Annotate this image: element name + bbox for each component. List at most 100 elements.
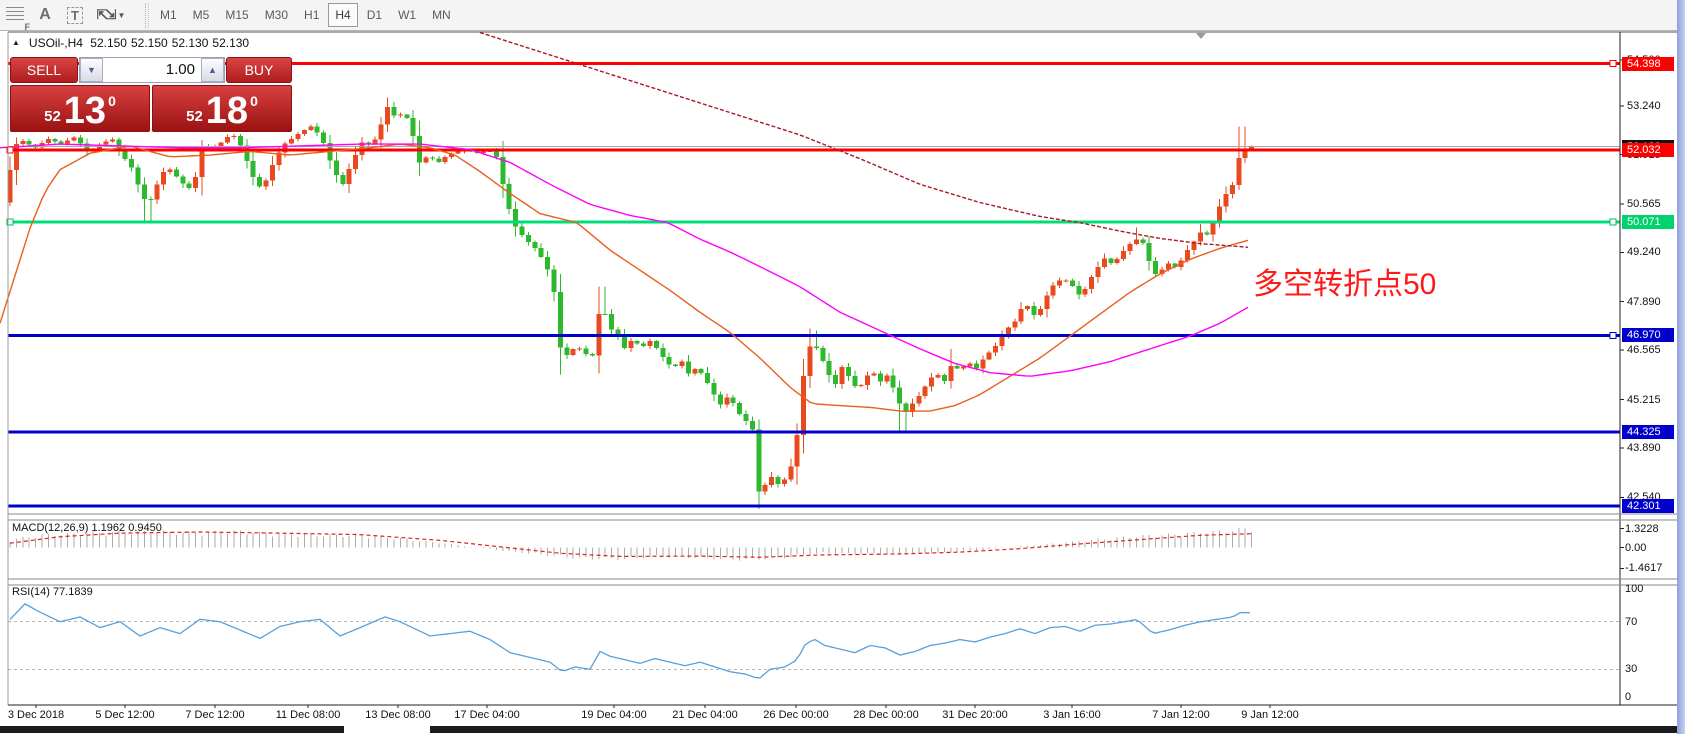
line-handle[interactable]	[1610, 61, 1616, 67]
time-axis-label: 7 Jan 12:00	[1152, 709, 1210, 721]
candle-body	[136, 167, 141, 184]
text-box-tool-icon[interactable]: T	[62, 3, 88, 27]
timeframe-button-w1[interactable]: W1	[391, 3, 423, 27]
candle-body	[897, 388, 902, 404]
timeframe-button-h1[interactable]: H1	[297, 3, 326, 27]
candle-body	[257, 177, 262, 186]
ohlc-high: 52.150	[131, 36, 168, 50]
time-axis-label: 31 Dec 20:00	[942, 709, 1007, 721]
buy-price-display[interactable]: 52 18 0	[152, 85, 292, 132]
line-handle[interactable]	[1610, 219, 1616, 225]
chart-tab-strip-right[interactable]	[430, 726, 1685, 733]
rsi-axis-label: 30	[1625, 663, 1679, 675]
arrows-glyph: ⇱⇲	[97, 7, 115, 23]
candle-body	[315, 126, 320, 132]
timeframe-button-m1[interactable]: M1	[153, 3, 184, 27]
candle-body	[296, 134, 301, 139]
candle-body	[1204, 233, 1209, 235]
macd-value-main: 1.1962	[91, 522, 125, 534]
ohlc-close: 52.130	[212, 36, 249, 50]
time-axis-label: 28 Dec 00:00	[853, 709, 918, 721]
collapse-triangle-icon[interactable]	[12, 36, 25, 50]
line-handle[interactable]	[1610, 332, 1616, 338]
candle-body	[155, 184, 160, 199]
candle-body	[232, 136, 237, 137]
sell-button[interactable]: SELL	[10, 57, 78, 83]
timeframe-button-m15[interactable]: M15	[218, 3, 255, 27]
candle-body	[1025, 306, 1030, 309]
candle-body	[385, 107, 390, 125]
candle-body	[225, 137, 230, 143]
candle-body	[545, 257, 550, 270]
candle-body	[865, 375, 870, 385]
toolbar: F A T ⇱⇲ ▼ M1M5M15M30H1H4D1W1MN	[0, 0, 1685, 31]
candle-body	[340, 175, 345, 184]
chart-text-annotation: 多空转折点50	[1253, 259, 1436, 303]
candle-body	[744, 414, 749, 421]
candle-body	[1236, 158, 1241, 185]
candle-body	[590, 354, 595, 356]
candle-body	[987, 352, 992, 359]
timeframe-toolbar: M1M5M15M30H1H4D1W1MN	[152, 0, 459, 30]
candle-body	[840, 367, 845, 384]
chevron-down-icon[interactable]: ▼	[117, 11, 125, 20]
candle-body	[424, 157, 429, 162]
candle-body	[571, 349, 576, 355]
candle-body	[27, 141, 32, 145]
candle-body	[878, 374, 883, 382]
candle-body	[1083, 289, 1088, 295]
candle-body	[180, 177, 185, 184]
rsi-axis-label: 0	[1625, 691, 1679, 703]
candle-body	[1064, 280, 1069, 281]
candle-body	[110, 139, 115, 141]
candle-body	[1000, 336, 1005, 347]
candle-body	[174, 169, 179, 176]
sell-price-display[interactable]: 52 13 0	[10, 85, 150, 132]
candle-body	[1038, 309, 1043, 315]
chart-canvas[interactable]: USOil-,H4 52.15052.15052.13052.130 SELL …	[0, 31, 1685, 734]
candle-body	[584, 349, 589, 354]
candle-body	[264, 180, 269, 186]
timeframe-button-m30[interactable]: M30	[258, 3, 295, 27]
time-axis-label: 7 Dec 12:00	[185, 709, 244, 721]
candle-body	[756, 430, 761, 492]
timeframe-button-mn[interactable]: MN	[425, 3, 458, 27]
rsi-line	[10, 604, 1250, 678]
candle-body	[814, 346, 819, 348]
time-axis-label: 3 Jan 16:00	[1043, 709, 1101, 721]
arrows-tool-icon[interactable]: ⇱⇲ ▼	[92, 3, 130, 27]
chart-tab-strip-left[interactable]	[0, 726, 344, 733]
volume-increase-button[interactable]: ▲	[201, 58, 224, 82]
chart-shift-marker-icon[interactable]	[1196, 33, 1206, 39]
candle-body	[852, 376, 857, 386]
sell-price-prefix: 52	[44, 108, 61, 125]
fibonacci-tool-icon[interactable]: F	[2, 3, 28, 27]
candle-body	[974, 364, 979, 369]
candle-body	[532, 242, 537, 248]
candle-body	[712, 383, 717, 394]
timeframe-button-m5[interactable]: M5	[186, 3, 217, 27]
text-label-tool-icon[interactable]: A	[32, 3, 58, 27]
candle-body	[1076, 286, 1081, 295]
candle-body	[302, 130, 307, 134]
candle-body	[699, 369, 704, 373]
macd-axis-label: 1.3228	[1625, 523, 1679, 535]
candle-body	[1070, 280, 1075, 286]
candle-body	[680, 362, 685, 366]
candle-body	[628, 341, 633, 348]
candle-body	[763, 485, 768, 491]
candle-body	[219, 143, 224, 147]
candle-body	[1224, 194, 1229, 206]
chart-header: USOil-,H4 52.15052.15052.13052.130	[12, 36, 253, 50]
candle-body	[609, 314, 614, 329]
buy-button[interactable]: BUY	[226, 57, 292, 83]
price-tick-label: 43.890	[1627, 441, 1677, 455]
volume-decrease-button[interactable]: ▼	[80, 58, 103, 82]
timeframe-button-h4[interactable]: H4	[328, 3, 357, 27]
timeframe-button-d1[interactable]: D1	[360, 3, 389, 27]
candle-body	[142, 184, 147, 199]
rsi-value: 77.1839	[53, 586, 93, 598]
candle-body	[1140, 240, 1145, 244]
volume-input[interactable]: 1.00	[103, 58, 201, 82]
candle-body	[1096, 267, 1101, 277]
